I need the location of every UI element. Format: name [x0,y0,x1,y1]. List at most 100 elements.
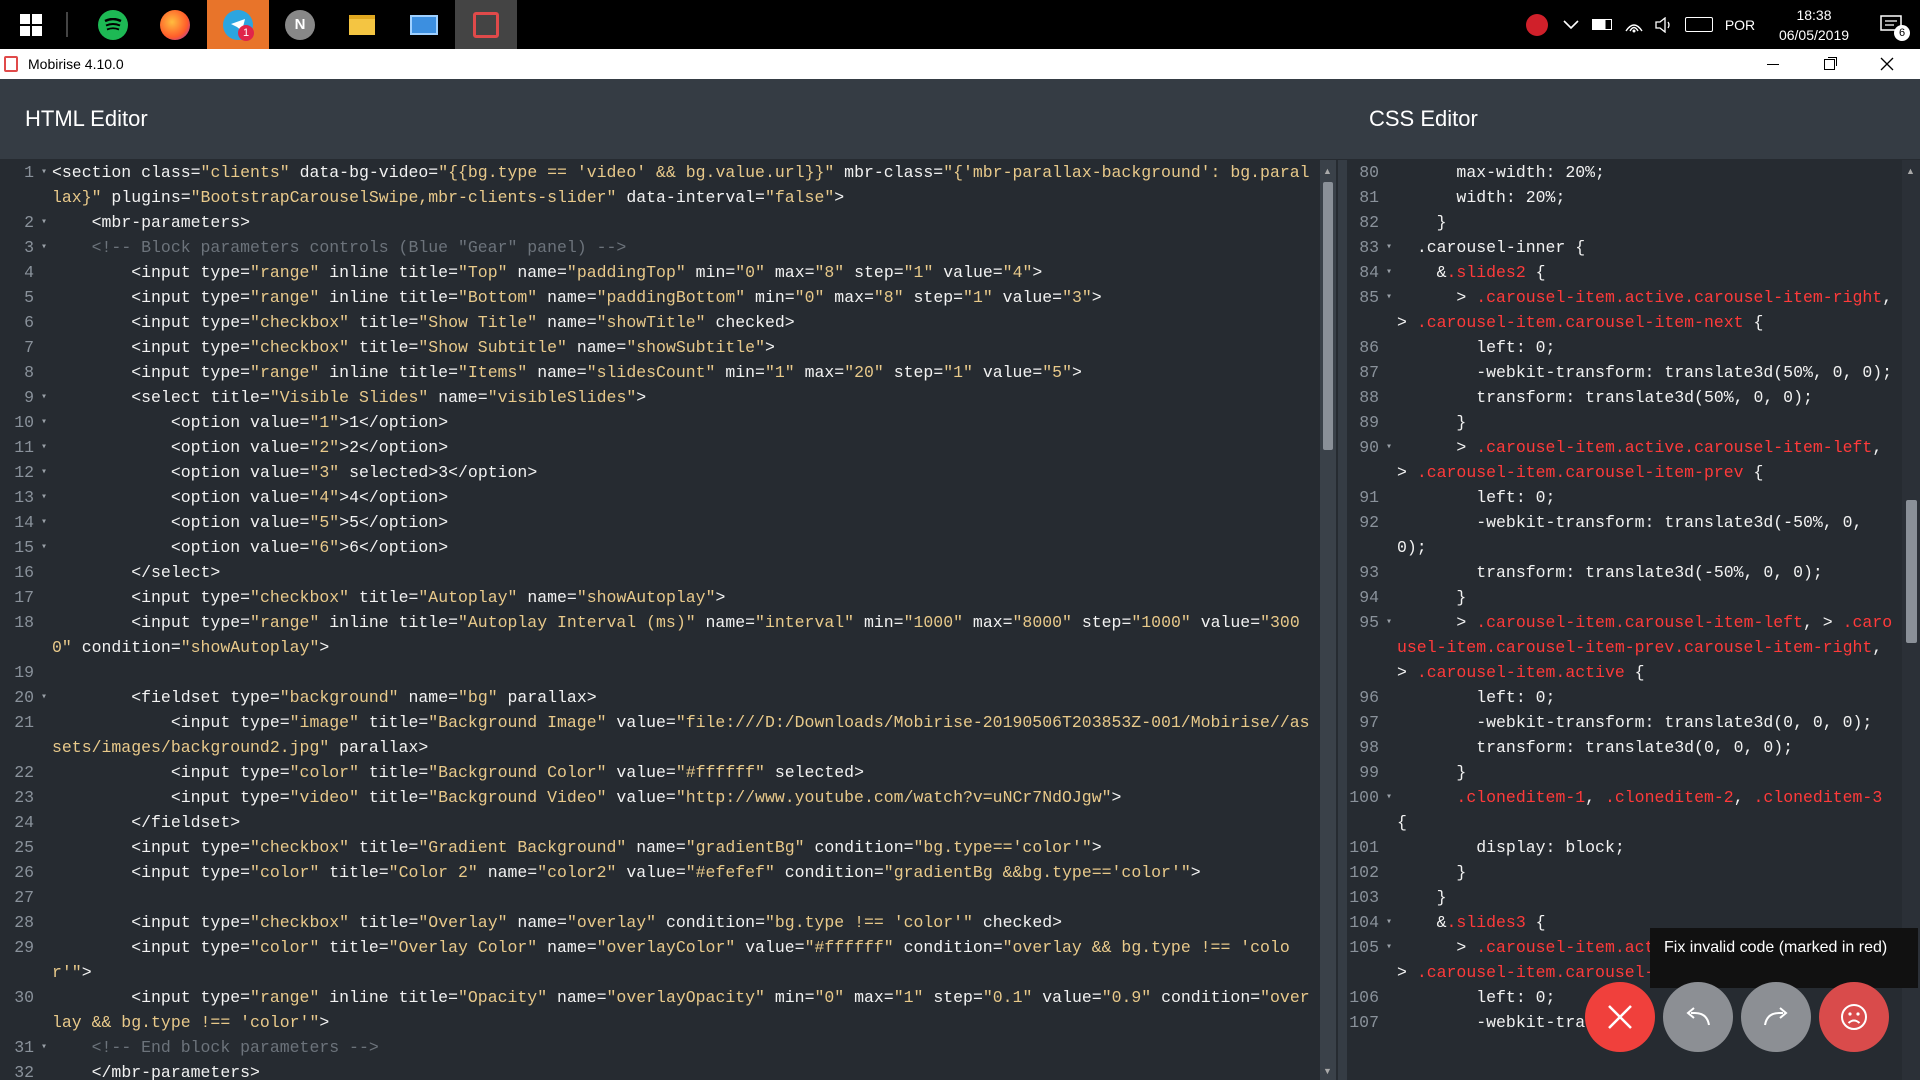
close-editor-button[interactable] [1585,982,1655,1052]
code-line[interactable]: 91 left: 0; [1347,485,1900,510]
chevron-up-icon[interactable] [1558,0,1584,49]
code-line[interactable]: 20 ▾ <fieldset type="background" name="bg… [0,685,1318,710]
code-line[interactable]: 86 left: 0; [1347,335,1900,360]
code-line[interactable]: 94 } [1347,585,1900,610]
code-line[interactable]: 97 -webkit-transform: translate3d(0, 0, … [1347,710,1900,735]
editor-divider[interactable] [1338,160,1347,1080]
code-line[interactable]: 11 ▾ <option value="2">2</option> [0,435,1318,460]
css-scroll-up-arrow-icon[interactable]: ▲ [1906,166,1915,176]
redo-button[interactable] [1741,982,1811,1052]
minimize-button[interactable] [1750,49,1796,79]
mobirise-n-icon[interactable]: N [269,0,331,49]
code-line[interactable]: 26 <input type="color" title="Color 2" n… [0,860,1318,885]
code-line[interactable]: 16 </select> [0,560,1318,585]
code-line[interactable]: 23 <input type="video" title="Background… [0,785,1318,810]
fold-arrow-icon[interactable]: ▾ [1386,910,1392,935]
notifications-icon[interactable]: 6 [1862,0,1920,49]
code-line[interactable]: 25 <input type="checkbox" title="Gradien… [0,835,1318,860]
fold-arrow-icon[interactable]: ▾ [1386,235,1392,260]
html-editor-scroll-thumb[interactable] [1323,182,1333,450]
fold-arrow-icon[interactable]: ▾ [41,235,47,260]
spotify-icon[interactable] [82,0,144,49]
keyboard-icon[interactable] [1682,0,1716,49]
fold-arrow-icon[interactable]: ▾ [41,460,47,485]
telegram-icon[interactable]: 1 [207,0,269,49]
code-line[interactable]: 84 ▾ &.slides2 { [1347,260,1900,285]
code-line[interactable]: 81 width: 20%; [1347,185,1900,210]
code-line[interactable]: 8 <input type="range" inline title="Item… [0,360,1318,385]
code-line[interactable]: 92 -webkit-transform: translate3d(-50%, … [1347,510,1900,560]
code-line[interactable]: 101 display: block; [1347,835,1900,860]
code-line[interactable]: 7 <input type="checkbox" title="Show Sub… [0,335,1318,360]
code-line[interactable]: 80 max-width: 20%; [1347,160,1900,185]
code-line[interactable]: 17 <input type="checkbox" title="Autopla… [0,585,1318,610]
fold-arrow-icon[interactable]: ▾ [41,535,47,560]
code-line[interactable]: 2 ▾ <mbr-parameters> [0,210,1318,235]
fold-arrow-icon[interactable]: ▾ [41,685,47,710]
fold-arrow-icon[interactable]: ▾ [1386,935,1392,960]
code-line[interactable]: 3 ▾ <!-- Block parameters controls (Blue … [0,235,1318,260]
clock[interactable]: 18:38 06/05/2019 [1770,0,1858,49]
fix-code-button[interactable] [1819,982,1889,1052]
code-line[interactable]: 98 transform: translate3d(0, 0, 0); [1347,735,1900,760]
code-line[interactable]: 10 ▾ <option value="1">1</option> [0,410,1318,435]
code-line[interactable]: 32 </mbr-parameters> [0,1060,1318,1080]
code-line[interactable]: 102 } [1347,860,1900,885]
code-line[interactable]: 14 ▾ <option value="5">5</option> [0,510,1318,535]
scroll-up-arrow-icon[interactable]: ▲ [1323,166,1332,176]
html-code-editor[interactable]: 1 ▾ <section class="clients" data-bg-video… [0,160,1318,1080]
undo-button[interactable] [1663,982,1733,1052]
language-indicator[interactable]: POR [1720,0,1760,49]
code-line[interactable]: 4 <input type="range" inline title="Top"… [0,260,1318,285]
code-line[interactable]: 100 ▾ .cloneditem-1, .cloneditem-2, .clon… [1347,785,1900,835]
code-line[interactable]: 27 [0,885,1318,910]
code-line[interactable]: 24 </fieldset> [0,810,1318,835]
code-line[interactable]: 103 } [1347,885,1900,910]
code-line[interactable]: 22 <input type="color" title="Background… [0,760,1318,785]
antivirus-icon[interactable] [1522,0,1552,49]
battery-icon[interactable] [1588,0,1616,49]
fold-arrow-icon[interactable]: ▾ [1386,435,1392,460]
code-line[interactable]: 30 <input type="range" inline title="Opa… [0,985,1318,1035]
fold-arrow-icon[interactable]: ▾ [1386,285,1392,310]
fold-arrow-icon[interactable]: ▾ [41,485,47,510]
code-line[interactable]: 87 -webkit-transform: translate3d(50%, 0… [1347,360,1900,385]
code-line[interactable]: 31 ▾ <!-- End block parameters --> [0,1035,1318,1060]
code-line[interactable]: 6 <input type="checkbox" title="Show Tit… [0,310,1318,335]
code-line[interactable]: 12 ▾ <option value="3" selected>3</option… [0,460,1318,485]
fold-arrow-icon[interactable]: ▾ [41,435,47,460]
mobirise-app-icon[interactable] [455,0,517,49]
windows-start-icon[interactable] [0,0,62,49]
code-line[interactable]: 89 } [1347,410,1900,435]
fold-arrow-icon[interactable]: ▾ [41,385,47,410]
control-panel-icon[interactable] [393,0,455,49]
code-line[interactable]: 88 transform: translate3d(50%, 0, 0); [1347,385,1900,410]
fold-arrow-icon[interactable]: ▾ [1386,260,1392,285]
fold-arrow-icon[interactable]: ▾ [41,510,47,535]
code-line[interactable]: 19 [0,660,1318,685]
css-editor-scroll-thumb[interactable] [1906,500,1917,643]
volume-icon[interactable] [1650,0,1678,49]
code-line[interactable]: 95 ▾ > .carousel-item.carousel-item-left,… [1347,610,1900,685]
code-line[interactable]: 83 ▾ .carousel-inner { [1347,235,1900,260]
fold-arrow-icon[interactable]: ▾ [41,210,47,235]
fold-arrow-icon[interactable]: ▾ [1386,610,1392,635]
firefox-icon[interactable] [144,0,206,49]
code-line[interactable]: 15 ▾ <option value="6">6</option> [0,535,1318,560]
scroll-down-arrow-icon[interactable]: ▼ [1323,1066,1332,1076]
code-line[interactable]: 1 ▾ <section class="clients" data-bg-video… [0,160,1318,210]
fold-arrow-icon[interactable]: ▾ [41,410,47,435]
code-line[interactable]: 21 <input type="image" title="Background… [0,710,1318,760]
code-line[interactable]: 99 } [1347,760,1900,785]
file-explorer-icon[interactable] [331,0,393,49]
wifi-icon[interactable] [1620,0,1648,49]
code-line[interactable]: 9 ▾ <select title="Visible Slides" name="… [0,385,1318,410]
code-line[interactable]: 13 ▾ <option value="4">4</option> [0,485,1318,510]
code-line[interactable]: 5 <input type="range" inline title="Bott… [0,285,1318,310]
fold-arrow-icon[interactable]: ▾ [41,160,47,185]
code-line[interactable]: 96 left: 0; [1347,685,1900,710]
restore-button[interactable] [1806,49,1852,79]
code-line[interactable]: 82 } [1347,210,1900,235]
code-line[interactable]: 18 <input type="range" inline title="Aut… [0,610,1318,660]
code-line[interactable]: 85 ▾ > .carousel-item.active.carousel-ite… [1347,285,1900,335]
